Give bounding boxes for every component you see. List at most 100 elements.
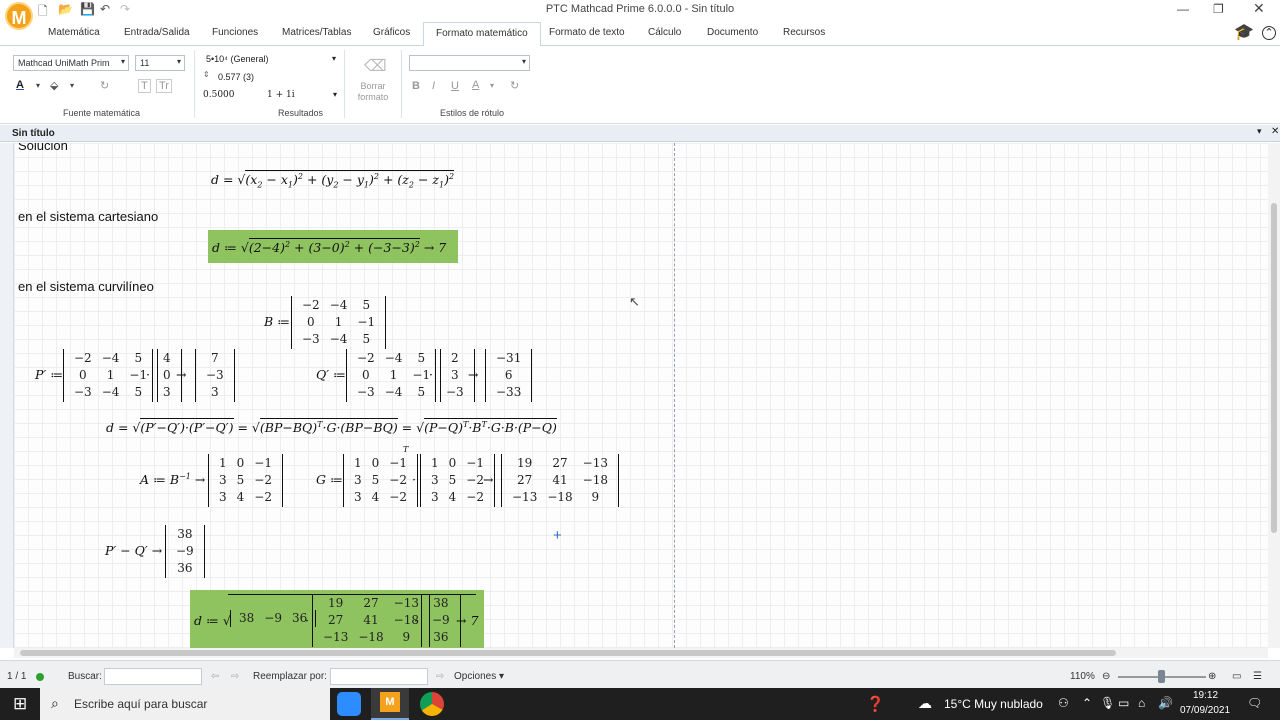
chevron-down-icon[interactable]: ▾ (36, 81, 40, 90)
minimize-icon[interactable]: — (1177, 2, 1189, 16)
matrix-b-q[interactable]: −2 −4 5 0 1 −1 −3 −4 5 (346, 349, 442, 402)
text-style-icon[interactable]: T (138, 79, 151, 93)
collapse-ribbon-icon[interactable]: ⌃ (1262, 26, 1276, 40)
people-icon[interactable]: ⚇ (1058, 696, 1069, 710)
vector-q-result[interactable]: −31 6 −33 (485, 349, 533, 402)
replace-arrow-icon[interactable]: ⇨ (436, 671, 444, 682)
learning-cap-icon[interactable]: 🎓 (1234, 22, 1254, 42)
volume-icon[interactable]: 🔊 (1158, 696, 1173, 710)
draft-view-icon[interactable]: ☰ (1253, 671, 1262, 682)
eraser-icon[interactable]: ⌫ (364, 56, 387, 76)
highlight-icon[interactable]: ⬙ (50, 79, 58, 92)
clear-format-button[interactable]: Borrar formato (353, 81, 393, 103)
matrix-g-final[interactable]: 19 27 −13 27 41 −18 −13 −18 9 (312, 594, 430, 647)
tab-matemática[interactable]: Matemática (48, 27, 100, 38)
font-size-select[interactable]: 11 ▾ (135, 55, 185, 71)
tab-matrices-tablas[interactable]: Matrices/Tablas (282, 27, 351, 38)
taskbar-search-box[interactable]: ⌕ Escribe aquí para buscar (40, 688, 330, 720)
font-color-icon[interactable]: A (16, 79, 24, 91)
matrix-b-p[interactable]: −2 −4 5 0 1 −1 −3 −4 5 (63, 349, 159, 402)
vector-difference-final[interactable]: 38 −9 36 (421, 594, 461, 647)
underline-icon[interactable]: U (451, 80, 459, 92)
tab-menu-icon[interactable]: ▾ (1257, 126, 1262, 137)
matrix-cell: 3 (354, 473, 362, 487)
matrix-a-transposed[interactable]: 1 0 −1 3 5 −2 3 4 −2 (343, 454, 418, 507)
mathcad-taskbar-button[interactable]: M (371, 688, 409, 720)
refresh-icon[interactable]: ↻ (510, 79, 519, 92)
tab-recursos[interactable]: Recursos (783, 27, 825, 38)
page-view-icon[interactable]: ▭ (1232, 671, 1241, 682)
text-style-alt-icon[interactable]: Tr (156, 79, 172, 93)
matrix-cell: 0 (163, 368, 171, 382)
help-icon[interactable]: ❓ (866, 695, 885, 713)
clock-date[interactable]: 07/09/2021 (1180, 705, 1230, 716)
horizontal-scroll-thumb[interactable] (20, 650, 1116, 656)
cartesian-text[interactable]: en el sistema cartesiano (18, 209, 158, 224)
result-decimal[interactable]: 0.5000 (203, 90, 235, 100)
windows-start-icon[interactable]: ⊞ (13, 694, 27, 714)
matrix-cell: 9 (402, 630, 411, 644)
vertical-scrollbar[interactable] (1268, 143, 1280, 648)
tab-formato-matemático[interactable]: Formato matemático (423, 22, 541, 47)
notifications-icon[interactable]: 🗨 (1247, 696, 1262, 710)
tab-cálculo[interactable]: Cálculo (648, 27, 681, 38)
tab-gráficos[interactable]: Gráficos (373, 27, 410, 38)
label-color-icon[interactable]: A (472, 79, 479, 91)
network-icon[interactable]: ⌂ (1138, 696, 1145, 710)
chrome-app-icon[interactable] (420, 692, 444, 716)
refresh-icon[interactable]: ↻ (100, 79, 109, 92)
prev-arrow-icon[interactable]: ⇦ (211, 671, 219, 682)
stepper-icon[interactable]: ⇕ (203, 70, 210, 79)
matrix-cell: 5 (236, 473, 245, 487)
final-result-region[interactable]: d ≔ √ 38 −9 36 · 19 27 −13 27 41 −18 −13 −18 9 · 3… (190, 590, 484, 648)
chevron-down-icon[interactable]: ▾ (490, 81, 494, 90)
matrix-cell: −9 (176, 544, 194, 558)
replace-input[interactable] (330, 668, 428, 685)
distance-metric-formula[interactable]: d = √(P′−Q′)·(P′−Q′) = √(BP−BQ)T·G·(BP−B… (106, 418, 557, 435)
chevron-up-icon[interactable]: ⌃ (1082, 696, 1092, 710)
zoom-app-icon[interactable] (337, 692, 361, 716)
matrix-a[interactable]: 1 0 −1 3 5 −2 3 4 −2 (208, 454, 283, 507)
tab-formato-de-texto[interactable]: Formato de texto (549, 27, 625, 38)
worksheet[interactable]: Solución d = √(x2 − x1)2 + (y2 − y1)2 + … (14, 143, 1268, 648)
zoom-slider-thumb[interactable] (1158, 670, 1165, 683)
document-tab[interactable]: Sin título (12, 128, 55, 139)
curvilinear-text[interactable]: en el sistema curvilíneo (18, 279, 154, 294)
tab-funciones[interactable]: Funciones (212, 27, 258, 38)
search-input[interactable] (104, 668, 202, 685)
solution-heading[interactable]: Solución (18, 143, 68, 153)
next-arrow-icon[interactable]: ⇨ (231, 671, 239, 682)
horizontal-scrollbar[interactable] (14, 648, 1268, 658)
row-vector-difference[interactable]: 38 −9 36 (230, 610, 317, 627)
zoom-out-icon[interactable]: ⊖ (1102, 671, 1110, 682)
result-complex-select[interactable]: 1 + 1i ▾ (267, 90, 337, 100)
cartesian-result-region[interactable]: d ≔ √(2−4)2 + (3−0)2 + (−3−3)2 → 7 (208, 230, 458, 263)
options-button[interactable]: Opciones ▾ (454, 671, 504, 682)
close-icon[interactable]: ✕ (1253, 0, 1265, 17)
microphone-icon[interactable]: 🎙 (1100, 696, 1115, 710)
vector-p-result[interactable]: 7 −3 3 (195, 349, 235, 402)
weather-text[interactable]: 15°C Muy nublado (944, 697, 1043, 711)
distance-formula[interactable]: d = √(x2 − x1)2 + (y2 − y1)2 + (z2 − z1)… (211, 170, 455, 190)
weather-icon[interactable]: ☁ (918, 695, 932, 712)
clock-time[interactable]: 19:12 (1193, 690, 1218, 701)
battery-icon[interactable]: ▭ (1118, 696, 1129, 710)
italic-icon[interactable]: I (432, 80, 435, 92)
vector-difference[interactable]: 38 −9 36 (165, 525, 205, 578)
label-style-select[interactable]: ▾ (409, 55, 530, 71)
vertical-scroll-thumb[interactable] (1271, 203, 1277, 533)
result-precision[interactable]: 0.577 (3) (218, 72, 254, 82)
tab-entrada-salida[interactable]: Entrada/Salida (124, 27, 190, 38)
bold-icon[interactable]: B (412, 80, 420, 92)
zoom-in-icon[interactable]: ⊕ (1208, 671, 1216, 682)
matrix-g[interactable]: 19 27 −13 27 41 −18 −13 −18 9 (501, 454, 619, 507)
b-assign-label: B ≔ (264, 314, 291, 329)
tab-documento[interactable]: Documento (707, 27, 758, 38)
result-format-select[interactable]: 5•10⁴ (General) ▾ (206, 54, 336, 64)
matrix-cell: 38 (433, 596, 449, 610)
font-name-select[interactable]: Mathcad UniMath Prim ▾ (13, 55, 129, 71)
close-document-icon[interactable]: ✕ (1271, 126, 1279, 137)
chevron-down-icon[interactable]: ▾ (70, 81, 74, 90)
maximize-icon[interactable]: ❐ (1213, 2, 1224, 16)
matrix-b[interactable]: −2 −4 5 0 1 −1 −3 −4 5 (291, 296, 387, 349)
